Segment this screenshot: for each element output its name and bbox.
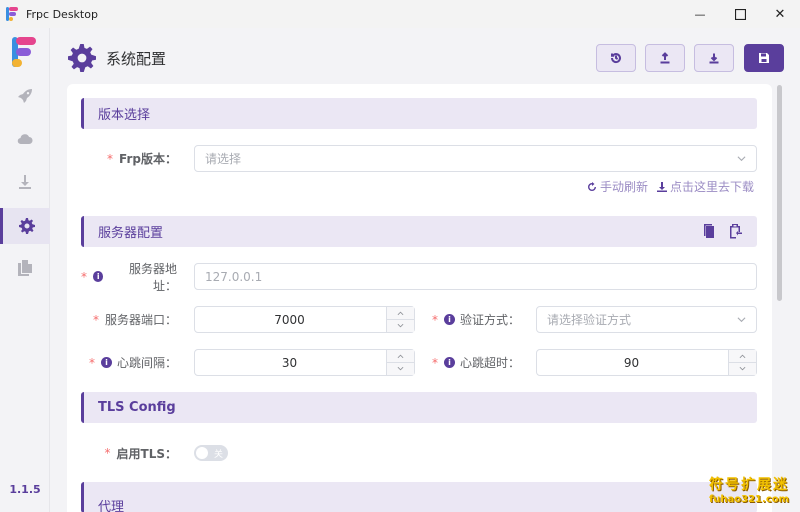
chevron-down-icon (397, 323, 404, 328)
upload-icon (660, 52, 670, 64)
decrement-button[interactable] (387, 319, 414, 331)
restore-history-button[interactable] (596, 44, 636, 72)
switch-text: 关 (213, 450, 223, 460)
increment-button[interactable] (729, 350, 756, 362)
maximize-button[interactable] (720, 0, 760, 28)
chevron-down-icon (397, 366, 404, 371)
gear-icon (68, 44, 96, 72)
section-title: 版本选择 (98, 108, 151, 123)
sidebar: 1.1.5 (0, 28, 50, 512)
auth-method-select[interactable]: 请选择验证方式 (536, 306, 757, 333)
decrement-button[interactable] (387, 362, 414, 374)
watermark: 符号扩展迷 fuhao321.com (700, 474, 798, 510)
minimize-icon: — (694, 7, 706, 21)
info-icon: i (443, 314, 455, 325)
sidebar-item-settings[interactable] (0, 208, 50, 244)
download-icon (709, 53, 719, 64)
server-port-input[interactable]: 7000 (194, 306, 415, 333)
increment-button[interactable] (387, 350, 414, 362)
server-address-input[interactable]: 127.0.0.1 (194, 263, 757, 290)
decrement-button[interactable] (729, 362, 756, 374)
export-config-button[interactable] (645, 44, 685, 72)
save-icon (759, 53, 769, 63)
import-config-button[interactable] (694, 44, 734, 72)
frp-version-label: * Frp版本： (107, 151, 177, 167)
window-title: Frpc Desktop (26, 7, 98, 21)
scrollbar-thumb[interactable] (777, 85, 782, 301)
sidebar-item-download[interactable] (0, 164, 50, 200)
minimize-button[interactable]: — (680, 0, 720, 28)
switch-knob (196, 447, 208, 459)
chevron-up-icon (397, 354, 404, 358)
history-icon (610, 53, 621, 64)
page-header: 系统配置 (50, 28, 800, 86)
save-button[interactable] (744, 44, 784, 72)
download-icon (19, 175, 31, 189)
info-icon: i (443, 357, 455, 368)
chevron-down-icon (737, 156, 746, 162)
heartbeat-interval-input[interactable]: 30 (194, 349, 415, 376)
auth-method-label: * i 验证方式： (431, 312, 520, 328)
section-proxy: 代理 (81, 482, 757, 512)
title-bar: Frpc Desktop — ✕ (0, 0, 800, 28)
close-button[interactable]: ✕ (760, 0, 800, 28)
section-title: 服务器配置 (98, 226, 164, 241)
increment-button[interactable] (387, 307, 414, 319)
chevron-up-icon (739, 354, 746, 358)
refresh-icon (588, 181, 596, 191)
cloud-icon (17, 134, 33, 145)
info-icon: i (93, 271, 104, 282)
sidebar-item-logs[interactable] (0, 250, 50, 286)
version-links: 手动刷新 点击这里去下载 (587, 178, 754, 195)
download-icon (657, 181, 668, 192)
sidebar-item-servers[interactable] (0, 121, 50, 157)
heartbeat-timeout-input[interactable]: 90 (536, 349, 757, 376)
app-logo-icon (6, 7, 20, 21)
app-version: 1.1.5 (9, 483, 41, 496)
document-icon (18, 260, 32, 276)
server-port-label: * 服务器端口： (92, 312, 177, 328)
page-title: 系统配置 (106, 50, 167, 68)
paste-icon[interactable] (727, 223, 743, 239)
section-tls: TLS Config (81, 392, 757, 423)
settings-panel: 版本选择 * Frp版本： 请选择 手动刷新 点击这里去下载 服务器配置 * i 服务… (67, 84, 772, 512)
watermark-url: fuhao321.com (708, 494, 790, 505)
chevron-down-icon (737, 317, 746, 323)
enable-tls-label: * 启用TLS： (104, 446, 177, 461)
close-icon: ✕ (774, 6, 786, 22)
chevron-up-icon (397, 311, 404, 315)
heartbeat-interval-label: * i 心跳间隔： (88, 355, 177, 371)
section-title: TLS Config (98, 400, 176, 415)
section-title: 代理 (98, 500, 125, 512)
enable-tls-switch[interactable]: 关 (194, 445, 228, 461)
rocket-icon (18, 89, 32, 103)
frp-version-select[interactable]: 请选择 (194, 145, 757, 172)
server-address-label: * i 服务器地址： (81, 261, 177, 293)
copy-icon[interactable] (701, 223, 717, 239)
refresh-versions-link[interactable]: 手动刷新 (587, 178, 648, 195)
maximize-icon (734, 8, 746, 20)
sidebar-item-proxies[interactable] (0, 78, 50, 114)
section-version: 版本选择 (81, 98, 757, 129)
info-icon: i (100, 357, 112, 368)
heartbeat-timeout-label: * i 心跳超时： (431, 355, 520, 371)
app-logo (12, 37, 36, 67)
gear-icon (18, 218, 35, 234)
watermark-title: 符号扩展迷 (709, 477, 789, 493)
section-server: 服务器配置 (81, 216, 757, 247)
download-versions-link[interactable]: 点击这里去下载 (657, 178, 754, 195)
chevron-down-icon (739, 366, 746, 371)
